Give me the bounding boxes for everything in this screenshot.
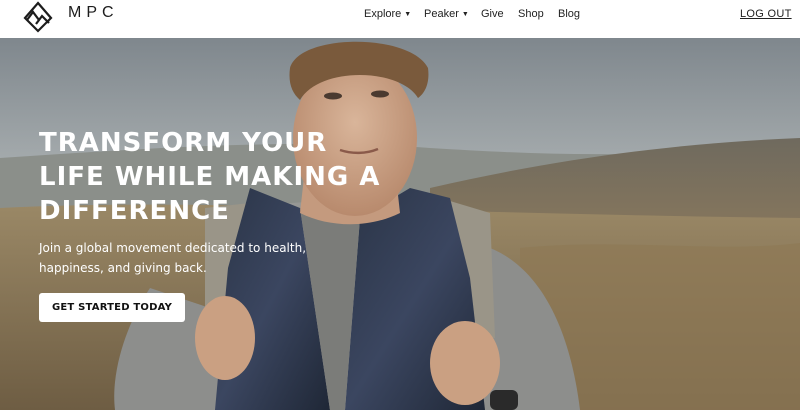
hero-section: TRANSFORM YOUR LIFE WHILE MAKING A DIFFE…: [0, 38, 800, 410]
nav-item-explore[interactable]: Explore ▼: [364, 8, 411, 20]
hero-subtitle: Join a global movement dedicated to heal…: [39, 241, 307, 275]
chevron-down-icon: ▼: [404, 11, 412, 18]
site-header: MPC Explore ▼ Peaker ▼ Give Shop Blog LOG …: [0, 0, 800, 38]
logout-link[interactable]: LOG OUT: [740, 8, 792, 20]
chevron-down-icon: ▼: [461, 11, 469, 18]
mountain-diamond-logo[interactable]: [23, 1, 53, 33]
nav-item-blog[interactable]: Blog: [558, 8, 580, 20]
nav-item-peaker[interactable]: Peaker ▼: [424, 8, 469, 20]
get-started-button[interactable]: GET STARTED TODAY: [39, 293, 185, 322]
nav-item-shop[interactable]: Shop: [518, 8, 544, 20]
hero-title: TRANSFORM YOUR LIFE WHILE MAKING A DIFFE…: [39, 128, 381, 226]
brand-name[interactable]: MPC: [68, 4, 119, 22]
nav-item-give[interactable]: Give: [481, 8, 504, 20]
nav-item-label: Peaker: [424, 8, 459, 20]
nav-item-label: Explore: [364, 8, 402, 20]
